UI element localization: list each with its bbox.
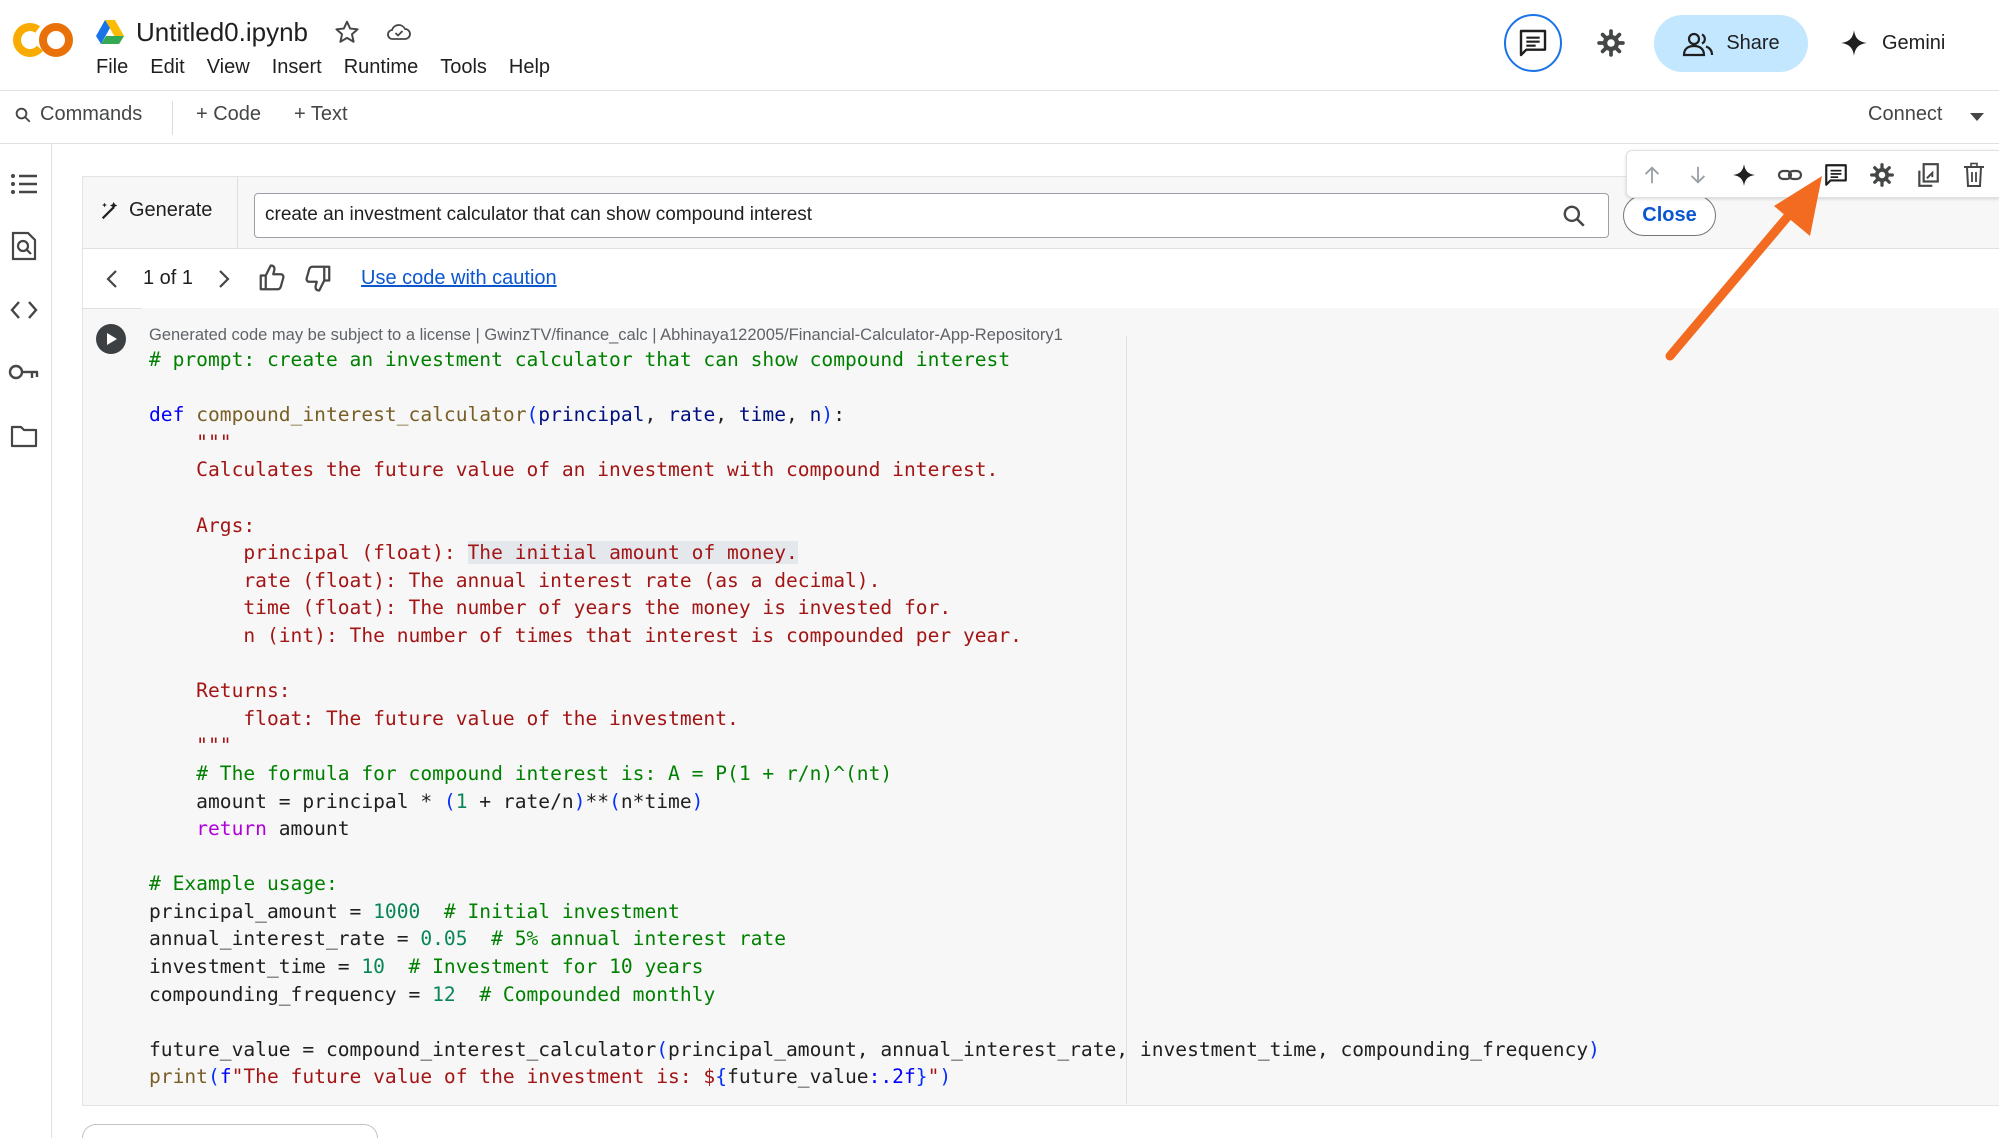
comments-button[interactable] — [1504, 14, 1562, 72]
toolbar-divider — [172, 101, 173, 135]
add-text-button[interactable]: + Text — [294, 103, 348, 126]
search-icon[interactable] — [1561, 203, 1587, 229]
delete-trash-icon[interactable] — [1961, 162, 1987, 188]
code-snippets-icon[interactable] — [8, 294, 40, 326]
google-drive-icon — [96, 20, 124, 44]
settings-gear-icon[interactable] — [1869, 162, 1895, 188]
comment-icon — [1519, 29, 1547, 57]
search-icon — [15, 107, 31, 122]
cloud-sync-icon[interactable] — [386, 19, 412, 45]
people-icon — [1683, 32, 1714, 56]
code-content[interactable]: # prompt: create an investment calculato… — [149, 346, 1600, 1091]
star-icon[interactable] — [334, 19, 360, 45]
connect-button[interactable]: Connect — [1868, 103, 1943, 126]
next-cell-edge — [82, 1124, 378, 1138]
annotation-arrow-icon — [1665, 176, 1822, 361]
use-code-with-caution-link[interactable]: Use code with caution — [361, 267, 557, 290]
colab-logo[interactable] — [12, 18, 74, 62]
files-folder-icon[interactable] — [8, 420, 40, 452]
license-notice: Generated code may be subject to a licen… — [149, 326, 1063, 344]
table-of-contents-icon[interactable] — [8, 168, 40, 200]
menu-insert[interactable]: Insert — [272, 56, 322, 79]
menu-help[interactable]: Help — [509, 56, 550, 79]
menu-edit[interactable]: Edit — [150, 56, 184, 79]
generation-count: 1 of 1 — [143, 267, 194, 289]
menu-bar: File Edit View Insert Runtime Tools Help — [96, 56, 550, 79]
settings-button[interactable] — [1590, 22, 1632, 64]
menu-runtime[interactable]: Runtime — [344, 56, 418, 79]
thumbs-up-icon[interactable] — [257, 263, 287, 293]
add-code-label: + Code — [196, 103, 262, 125]
thumbs-down-icon[interactable] — [303, 263, 333, 293]
menu-tools[interactable]: Tools — [440, 56, 487, 79]
chevron-left-icon[interactable] — [103, 267, 123, 291]
left-sidebar — [0, 144, 52, 1138]
generate-label: Generate — [129, 199, 213, 221]
commands-label: Commands — [40, 103, 143, 125]
menu-file[interactable]: File — [96, 56, 128, 79]
gemini-spark-icon — [1841, 30, 1867, 56]
app-header: Untitled0.ipynb File Edit View Insert Ru… — [0, 0, 1999, 90]
commands-button[interactable]: Commands — [14, 103, 142, 126]
mirror-cell-icon[interactable] — [1915, 162, 1941, 188]
play-icon — [107, 333, 117, 345]
chevron-right-icon[interactable] — [213, 267, 233, 291]
secrets-key-icon[interactable] — [8, 356, 40, 388]
find-replace-icon[interactable] — [8, 230, 40, 262]
add-text-label: + Text — [294, 103, 348, 125]
share-label: Share — [1726, 32, 1780, 54]
gear-icon — [1597, 29, 1625, 57]
connect-dropdown-icon[interactable] — [1970, 113, 1984, 121]
notebook-toolbar: Commands + Code + Text Connect — [0, 90, 1999, 144]
generate-label-group: Generate — [99, 199, 212, 222]
add-code-button[interactable]: + Code — [196, 103, 261, 126]
magic-wand-icon — [101, 201, 118, 219]
gemini-label: Gemini — [1882, 31, 1946, 54]
share-button[interactable]: Share — [1654, 15, 1808, 72]
generate-divider — [237, 177, 238, 249]
menu-view[interactable]: View — [207, 56, 250, 79]
prompt-input[interactable]: create an investment calculator that can… — [254, 193, 1609, 238]
gemini-button[interactable]: Gemini — [1840, 20, 1945, 66]
notebook-title[interactable]: Untitled0.ipynb — [136, 17, 308, 48]
run-cell-button[interactable] — [96, 324, 126, 354]
